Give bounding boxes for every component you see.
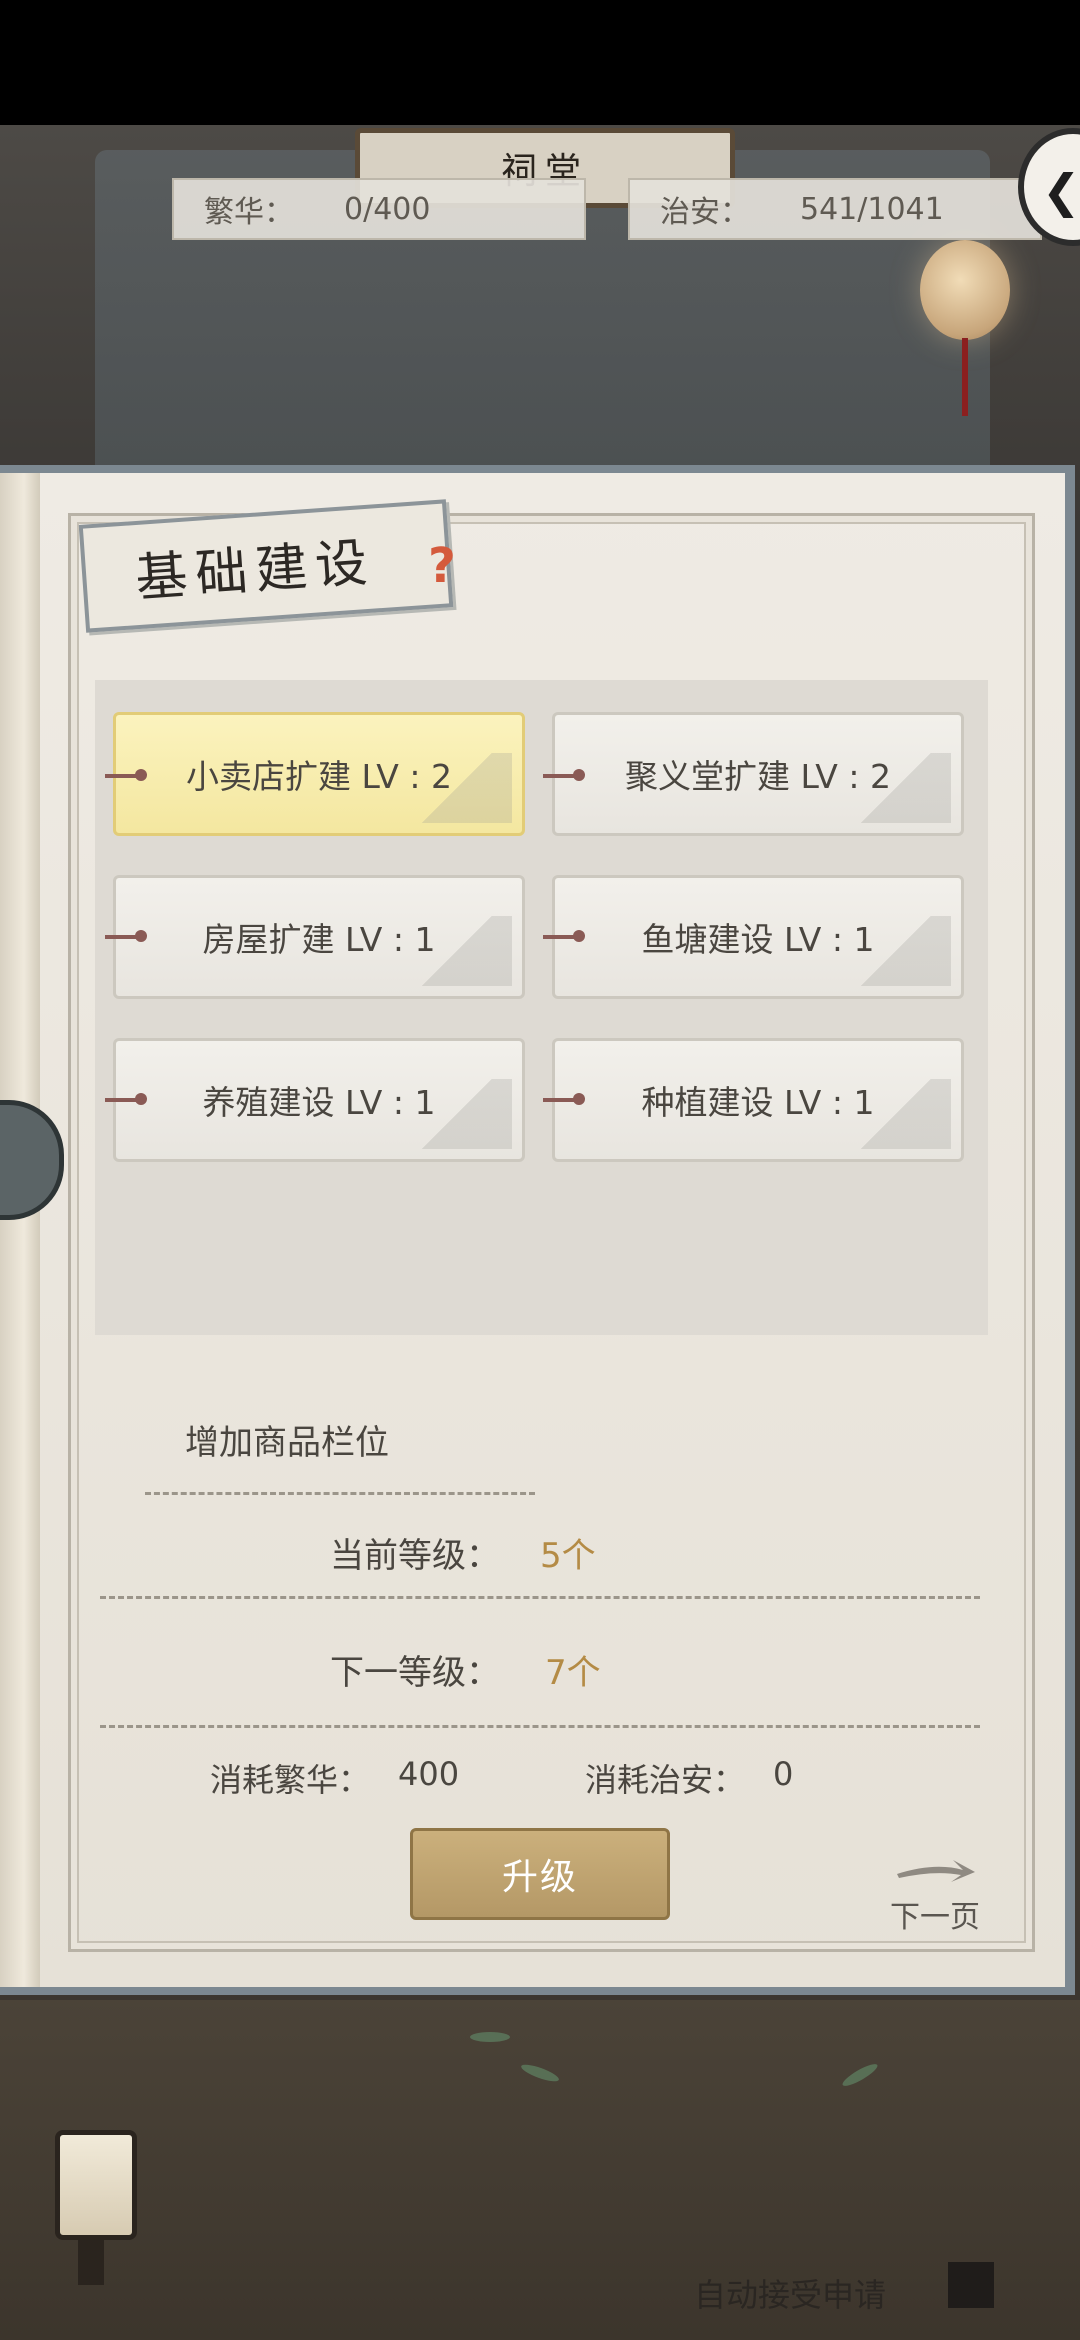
building-label: 种植建设 LV : 1 (641, 1083, 875, 1122)
cost-prosperity-label: 消耗繁华： (210, 1761, 371, 1799)
divider (145, 1492, 535, 1495)
floor-lamp-icon (55, 2130, 137, 2240)
upgrade-button[interactable]: 升级 (410, 1828, 670, 1920)
status-bar (0, 0, 1080, 125)
divider (100, 1725, 980, 1728)
auto-accept-label: 自动接受申请 (694, 2276, 887, 2314)
pin-icon (543, 769, 585, 781)
security-label: 治安： (660, 195, 750, 230)
mountain-icon (402, 753, 512, 823)
arrow-right-icon[interactable] (895, 1858, 975, 1884)
mountain-icon (402, 1079, 512, 1149)
lantern-tassel (962, 338, 968, 416)
building-item-planting[interactable]: 种植建设 LV : 1 (552, 1038, 964, 1162)
cost-security-label: 消耗治安： (585, 1761, 746, 1799)
floor (0, 2000, 1080, 2340)
detail-heading: 增加商品栏位 (185, 1423, 389, 1463)
cost-security-value: 0 (773, 1755, 794, 1793)
current-level-value: 5个 (540, 1536, 596, 1576)
pin-icon (105, 1093, 147, 1105)
book-spine (0, 473, 42, 1987)
leaf-decoration (470, 2032, 510, 2042)
building-label: 养殖建设 LV : 1 (202, 1083, 436, 1122)
building-item-livestock[interactable]: 养殖建设 LV : 1 (113, 1038, 525, 1162)
prosperity-stat: 繁华： 0/400 (172, 178, 586, 240)
building-item-fishpond[interactable]: 鱼塘建设 LV : 1 (552, 875, 964, 999)
divider (100, 1596, 980, 1599)
building-label: 房屋扩建 LV : 1 (202, 920, 436, 959)
help-icon[interactable]: ? (428, 538, 456, 594)
security-stat: 治安： 541/1041 (628, 178, 1042, 240)
floor-lamp-stand (78, 2235, 104, 2285)
mountain-icon (402, 916, 512, 986)
cost-prosperity-value: 400 (398, 1755, 460, 1793)
pin-icon (105, 769, 147, 781)
building-item-shop[interactable]: 小卖店扩建 LV : 2 (113, 712, 525, 836)
mountain-icon (841, 916, 951, 986)
mountain-icon (841, 753, 951, 823)
next-page-button[interactable]: 下一页 (890, 1892, 980, 1936)
auto-accept-checkbox[interactable] (948, 2262, 994, 2308)
current-level-label: 当前等级： (330, 1536, 500, 1576)
mountain-icon (841, 1079, 951, 1149)
pin-icon (543, 1093, 585, 1105)
prosperity-value: 0/400 (344, 191, 431, 227)
prosperity-label: 繁华： (204, 195, 294, 230)
building-item-hall[interactable]: 聚义堂扩建 LV : 2 (552, 712, 964, 836)
pin-icon (543, 930, 585, 942)
chevron-left-icon: ❮ (1042, 164, 1080, 218)
building-item-housing[interactable]: 房屋扩建 LV : 1 (113, 875, 525, 999)
next-level-value: 7个 (545, 1653, 601, 1693)
lantern-icon (920, 240, 1010, 340)
building-label: 鱼塘建设 LV : 1 (641, 920, 875, 959)
security-value: 541/1041 (800, 191, 944, 227)
pin-icon (105, 930, 147, 942)
next-level-label: 下一等级： (330, 1653, 500, 1693)
